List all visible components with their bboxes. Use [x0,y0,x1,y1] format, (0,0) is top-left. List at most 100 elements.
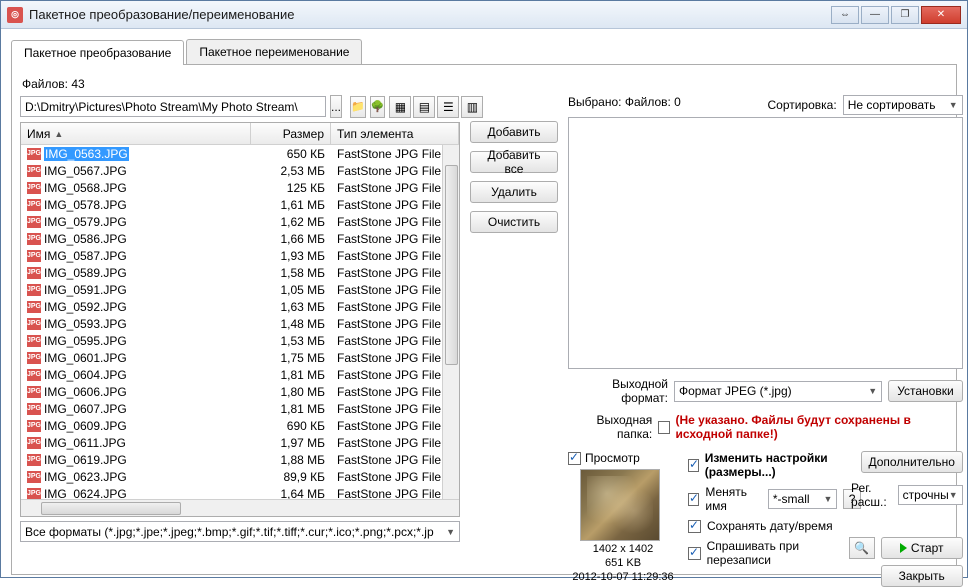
output-folder-warning: (Не указано. Файлы будут сохранены в исх… [676,413,963,441]
jpg-file-icon: JPG [27,335,41,347]
clear-button[interactable]: Очистить [470,211,558,233]
path-input[interactable] [20,96,326,117]
rename-label: Менять имя [705,485,762,513]
ask-overwrite-label: Спрашивать при перезаписи [707,539,861,567]
play-icon [900,543,907,553]
view-list[interactable]: ☰ [437,96,459,118]
ask-overwrite-checkbox[interactable] [688,547,701,560]
preview-label: Просмотр [585,451,640,465]
vertical-scrollbar[interactable] [442,145,459,499]
table-row[interactable]: JPGIMG_0587.JPG1,93 МБFastStone JPG File [21,247,459,264]
tab-batch-rename[interactable]: Пакетное переименование [186,39,362,64]
folder-up-icon[interactable]: 📁 [350,96,366,118]
source-file-list[interactable]: Имя▲ Размер Тип элемента JPGIMG_0563.JPG… [20,122,460,517]
jpg-file-icon: JPG [27,369,41,381]
folder-tree-icon[interactable]: 🌳 [370,96,386,118]
jpg-file-icon: JPG [27,420,41,432]
jpg-file-icon: JPG [27,216,41,228]
preview-checkbox[interactable] [568,452,581,465]
jpg-file-icon: JPG [27,182,41,194]
table-row[interactable]: JPGIMG_0579.JPG1,62 МБFastStone JPG File [21,213,459,230]
jpg-file-icon: JPG [27,318,41,330]
rename-checkbox[interactable] [688,493,699,506]
jpg-file-icon: JPG [27,386,41,398]
rename-pattern-select[interactable]: *-small▼ [768,489,838,509]
table-row[interactable]: JPGIMG_0623.JPG89,9 КБFastStone JPG File [21,468,459,485]
jpg-file-icon: JPG [27,437,41,449]
column-name[interactable]: Имя▲ [21,123,251,144]
resize-label: Изменить настройки (размеры...) [705,451,861,479]
jpg-file-icon: JPG [27,454,41,466]
table-row[interactable]: JPGIMG_0624.JPG1,64 МБFastStone JPG File [21,485,459,500]
jpg-file-icon: JPG [27,352,41,364]
minimize-button[interactable]: — [861,6,889,24]
table-row[interactable]: JPGIMG_0595.JPG1,53 МБFastStone JPG File [21,332,459,349]
ext-case-select[interactable]: строчны▼ [898,485,963,505]
output-format-label: Выходной формат: [568,377,668,405]
jpg-file-icon: JPG [27,233,41,245]
output-folder-label: Выходная папка: [568,413,652,441]
table-row[interactable]: JPGIMG_0619.JPG1,88 МБFastStone JPG File [21,451,459,468]
table-row[interactable]: JPGIMG_0591.JPG1,05 МБFastStone JPG File [21,281,459,298]
keep-date-checkbox[interactable] [688,520,701,533]
output-folder-checkbox[interactable] [658,421,669,434]
titlebar-extra-button[interactable]: ⇔ [831,6,859,24]
preview-filesize: 651 KB [568,557,678,571]
column-type[interactable]: Тип элемента [331,123,459,144]
table-row[interactable]: JPGIMG_0606.JPG1,80 МБFastStone JPG File [21,383,459,400]
jpg-file-icon: JPG [27,488,41,500]
table-row[interactable]: JPGIMG_0607.JPG1,81 МБFastStone JPG File [21,400,459,417]
jpg-file-icon: JPG [27,199,41,211]
table-row[interactable]: JPGIMG_0609.JPG690 КБFastStone JPG File [21,417,459,434]
zoom-preview-button[interactable]: 🔍 [849,537,875,559]
selected-count-label: Выбрано: Файлов: 0 [568,95,681,115]
jpg-file-icon: JPG [27,165,41,177]
view-small-icons[interactable]: ▤ [413,96,435,118]
preview-date: 2012-10-07 11:29:36 [568,571,678,585]
jpg-file-icon: JPG [27,284,41,296]
view-large-icons[interactable]: ▦ [389,96,411,118]
destination-file-list[interactable] [568,117,963,369]
jpg-file-icon: JPG [27,301,41,313]
output-format-select[interactable]: Формат JPEG (*.jpg)▼ [674,381,882,402]
advanced-button[interactable]: Дополнительно [861,451,963,473]
jpg-file-icon: JPG [27,250,41,262]
table-row[interactable]: JPGIMG_0593.JPG1,48 МБFastStone JPG File [21,315,459,332]
table-row[interactable]: JPGIMG_0568.JPG125 КБFastStone JPG File [21,179,459,196]
horizontal-scrollbar[interactable] [21,499,459,516]
magnifier-icon: 🔍 [854,541,869,555]
table-row[interactable]: JPGIMG_0589.JPG1,58 МБFastStone JPG File [21,264,459,281]
browse-button[interactable]: ... [330,95,342,118]
tab-batch-convert[interactable]: Пакетное преобразование [11,40,184,65]
table-row[interactable]: JPGIMG_0601.JPG1,75 МБFastStone JPG File [21,349,459,366]
close-button[interactable]: ✕ [921,6,961,24]
window-title: Пакетное преобразование/переименование [29,7,831,22]
table-row[interactable]: JPGIMG_0604.JPG1,81 МБFastStone JPG File [21,366,459,383]
start-button[interactable]: Старт [881,537,963,559]
column-size[interactable]: Размер [251,123,331,144]
jpg-file-icon: JPG [27,471,41,483]
format-settings-button[interactable]: Установки [888,380,962,402]
maximize-button[interactable]: ❐ [891,6,919,24]
sort-asc-icon: ▲ [54,129,63,139]
table-row[interactable]: JPGIMG_0567.JPG2,53 МБFastStone JPG File [21,162,459,179]
table-row[interactable]: JPGIMG_0586.JPG1,66 МБFastStone JPG File [21,230,459,247]
table-row[interactable]: JPGIMG_0578.JPG1,61 МБFastStone JPG File [21,196,459,213]
sort-label: Сортировка: [767,98,836,112]
ext-case-label: Рег. расш.: [851,481,894,509]
add-all-button[interactable]: Добавить все [470,151,558,173]
preview-image [580,469,660,541]
keep-date-label: Сохранять дату/время [707,519,833,533]
resize-checkbox[interactable] [688,459,699,472]
jpg-file-icon: JPG [27,267,41,279]
table-row[interactable]: JPGIMG_0563.JPG650 КБFastStone JPG File [21,145,459,162]
add-button[interactable]: Добавить [470,121,558,143]
format-filter-select[interactable]: Все форматы (*.jpg;*.jpe;*.jpeg;*.bmp;*.… [20,521,460,542]
preview-dimensions: 1402 x 1402 [568,543,678,557]
table-row[interactable]: JPGIMG_0592.JPG1,63 МБFastStone JPG File [21,298,459,315]
jpg-file-icon: JPG [27,148,41,160]
close-dialog-button[interactable]: Закрыть [881,565,963,587]
sort-select[interactable]: Не сортировать▼ [843,95,963,115]
remove-button[interactable]: Удалить [470,181,558,203]
table-row[interactable]: JPGIMG_0611.JPG1,97 МБFastStone JPG File [21,434,459,451]
